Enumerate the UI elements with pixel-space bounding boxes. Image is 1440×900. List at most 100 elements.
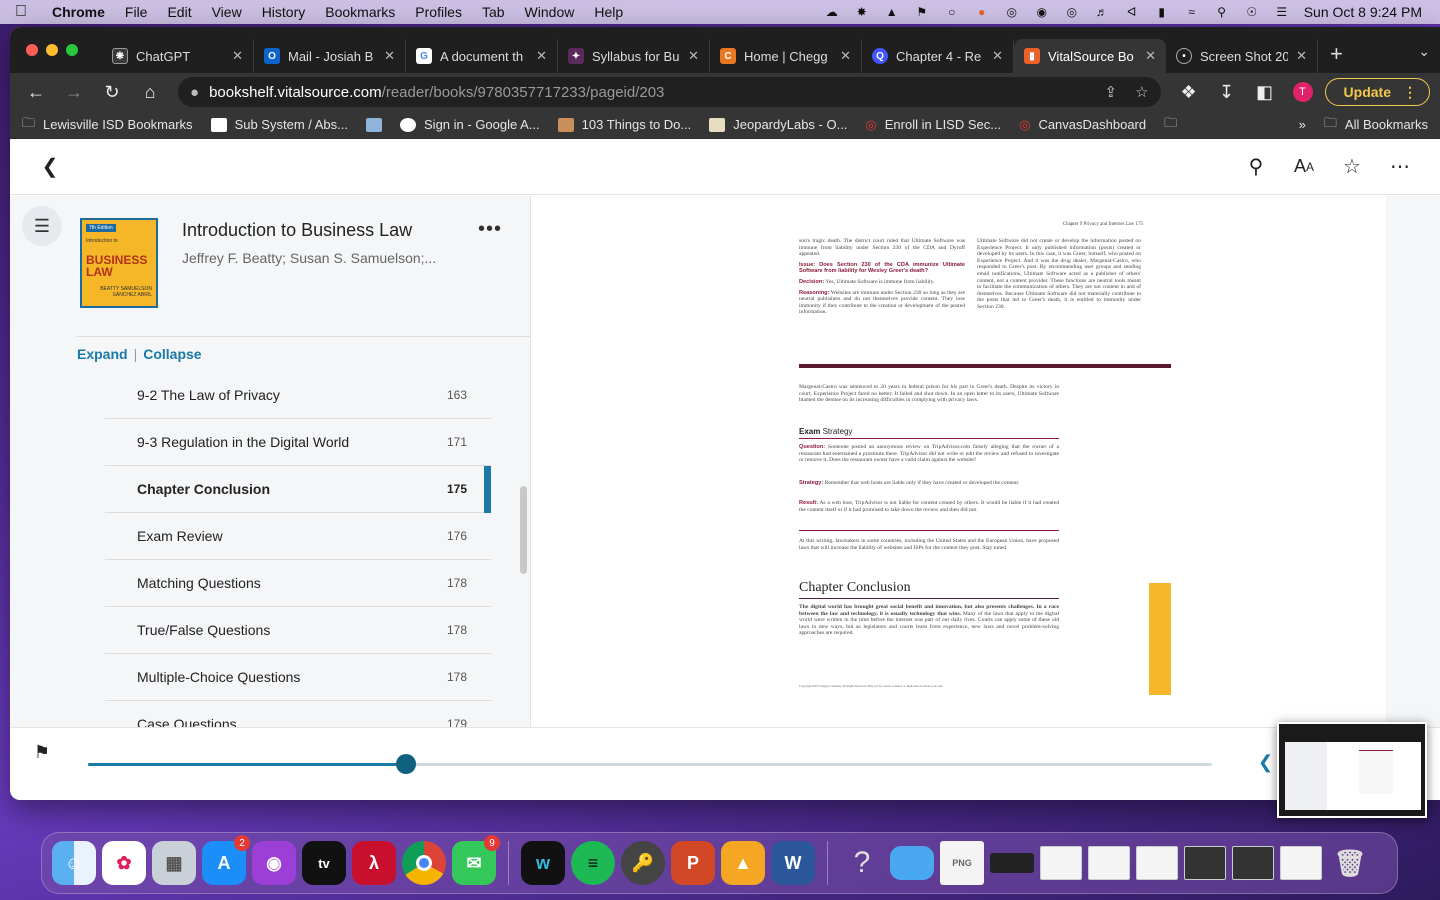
tab-close-icon[interactable]: ✕ [1296,48,1307,64]
document-thumbnail[interactable] [1280,846,1322,880]
bluetooth-icon[interactable]: ᐊ [1124,5,1140,19]
toc-menu-icon[interactable]: ☰ [22,206,62,246]
back-arrow-icon[interactable]: ← [20,76,52,108]
menu-edit[interactable]: Edit [157,4,201,20]
tab-syllabus[interactable]: ✦ Syllabus for Bu ✕ [558,39,710,73]
expand-button[interactable]: Expand [77,346,128,362]
document-thumbnail[interactable] [1040,846,1082,880]
tab-close-icon[interactable]: ✕ [1145,48,1156,64]
keynote-icon[interactable]: ▲ [721,841,765,885]
apple-tv-icon[interactable]: tv [302,841,346,885]
messages-icon[interactable]: ✉ 9 [452,835,500,885]
back-chevron-icon[interactable]: ❮ [30,147,70,187]
bookmark-google-signin[interactable]: Sign in - Google A... [400,117,540,132]
acrobat-icon[interactable]: λ [352,841,396,885]
toc-item[interactable]: Matching Questions 178 [105,560,491,607]
tab-google-doc[interactable]: G A document th ✕ [406,39,558,73]
gamepad-icon[interactable]: ◉ [1034,5,1050,19]
toc-item[interactable]: 9-3 Regulation in the Digital World 171 [105,419,491,466]
creative-cloud-icon[interactable]: ☁ [824,5,840,19]
previous-page-icon[interactable]: ❮ [1258,752,1273,773]
tab-quizlet[interactable]: Q Chapter 4 - Re ✕ [862,39,1014,73]
tab-close-icon[interactable]: ✕ [840,48,851,64]
reload-icon[interactable]: ↻ [96,76,128,108]
tab-close-icon[interactable]: ✕ [232,48,243,64]
podcasts-icon[interactable]: ◉ [252,841,296,885]
photos-slack-icon[interactable]: ✿ [102,841,146,885]
webex-icon[interactable]: w [521,841,565,885]
download-icon[interactable]: ↧ [1211,76,1243,108]
tab-screenshot[interactable]: • Screen Shot 20 ✕ [1166,39,1318,73]
menu-help[interactable]: Help [584,4,633,20]
battery-icon[interactable]: ▮ [1154,5,1170,19]
chrome-icon[interactable] [402,841,446,885]
all-bookmarks-button[interactable]: 🗀 All Bookmarks [1324,114,1428,136]
toc-item[interactable]: True/False Questions 178 [105,607,491,654]
spotlight-search-icon[interactable]: ⚲ [1214,5,1230,19]
share-icon[interactable]: ⇪ [1105,83,1118,101]
site-info-icon[interactable]: ● [190,84,199,101]
orange-dot-icon[interactable]: ● [974,5,990,19]
menu-file[interactable]: File [115,4,158,20]
kebab-menu-icon[interactable]: ⋮ [1403,84,1417,101]
word-icon[interactable]: W [771,841,815,885]
address-bar[interactable]: ● bookshelf.vitalsource.com/reader/books… [178,77,1161,107]
help-icon[interactable]: ? [840,841,884,885]
zoom-window-button[interactable] [66,44,78,56]
bookmark-lewisville-isd[interactable]: 🗀 Lewisville ISD Bookmarks [22,114,193,136]
screenshot-thumbnail[interactable] [1277,722,1427,818]
folder-icon[interactable] [890,846,934,880]
document-thumbnail[interactable] [1232,846,1274,880]
powerpoint-icon[interactable]: P [671,841,715,885]
menu-tab[interactable]: Tab [472,4,515,20]
menu-bookmarks[interactable]: Bookmarks [315,4,405,20]
search-icon[interactable]: ⚲ [1236,147,1276,187]
bookmark-canvas-dashboard[interactable]: ◎ CanvasDashboard [1019,117,1146,133]
tab-chegg[interactable]: C Home | Chegg ✕ [710,39,862,73]
volume-icon[interactable]: ♬ [1094,5,1110,19]
document-thumbnail[interactable] [1088,846,1130,880]
text-size-icon[interactable]: AA [1284,147,1324,187]
flag-icon[interactable]: ⚑ [914,5,930,19]
bookmark-icon[interactable]: ⚑ [30,738,54,766]
minimize-window-button[interactable] [46,44,58,56]
app-store-icon[interactable]: A2 [202,835,250,885]
tab-close-icon[interactable]: ✕ [992,48,1003,64]
notes-star-icon[interactable]: ☆ [1332,147,1372,187]
apple-menu-icon[interactable]:  [0,3,42,21]
more-options-icon[interactable]: ⋯ [1380,147,1420,187]
bookmark-app[interactable] [366,117,383,132]
finder-icon[interactable]: ☺ [52,841,96,885]
sun-icon[interactable]: ✸ [854,5,870,19]
toc-item[interactable]: 9-2 The Law of Privacy 163 [105,372,491,419]
home-icon[interactable]: ⌂ [134,76,166,108]
png-file-icon[interactable]: PNG [940,841,984,885]
tab-close-icon[interactable]: ✕ [384,48,395,64]
notes-icon[interactable]: ▲ [884,5,900,19]
bookmark-star-icon[interactable]: ☆ [1135,83,1148,101]
toc-item-current[interactable]: Chapter Conclusion 175 [105,466,491,513]
progress-slider-handle[interactable] [396,754,416,774]
menu-window[interactable]: Window [515,4,585,20]
bookmark-enroll-lisd[interactable]: ◎ Enroll in LISD Sec... [865,117,1001,133]
update-button[interactable]: Update ⋮ [1324,78,1430,106]
book-more-icon[interactable]: ••• [478,218,502,241]
keychain-icon[interactable]: 🔑 [621,841,665,885]
siri-icon[interactable]: ☉ [1244,5,1260,19]
page-progress-slider[interactable] [88,754,1212,774]
document-thumbnail[interactable] [1136,846,1178,880]
launchpad-icon[interactable]: ▦ [152,841,196,885]
tab-close-icon[interactable]: ✕ [688,48,699,64]
bookmark-jeopardylabs[interactable]: JeopardyLabs - O... [709,117,847,132]
tab-chatgpt[interactable]: ❋ ChatGPT ✕ [102,39,254,73]
menu-profiles[interactable]: Profiles [405,4,472,20]
bookmarks-overflow-button[interactable]: » [1299,117,1306,132]
close-window-button[interactable] [26,44,38,56]
keyboard-icon[interactable] [990,853,1034,873]
toc-item[interactable]: Multiple-Choice Questions 178 [105,654,491,701]
side-panel-icon[interactable]: ◧ [1249,76,1281,108]
search-circle-icon[interactable]: ○ [944,5,960,19]
menu-history[interactable]: History [252,4,316,20]
toc-item[interactable]: Case Questions 179 [105,701,491,727]
spotify-icon[interactable]: ≡ [571,841,615,885]
